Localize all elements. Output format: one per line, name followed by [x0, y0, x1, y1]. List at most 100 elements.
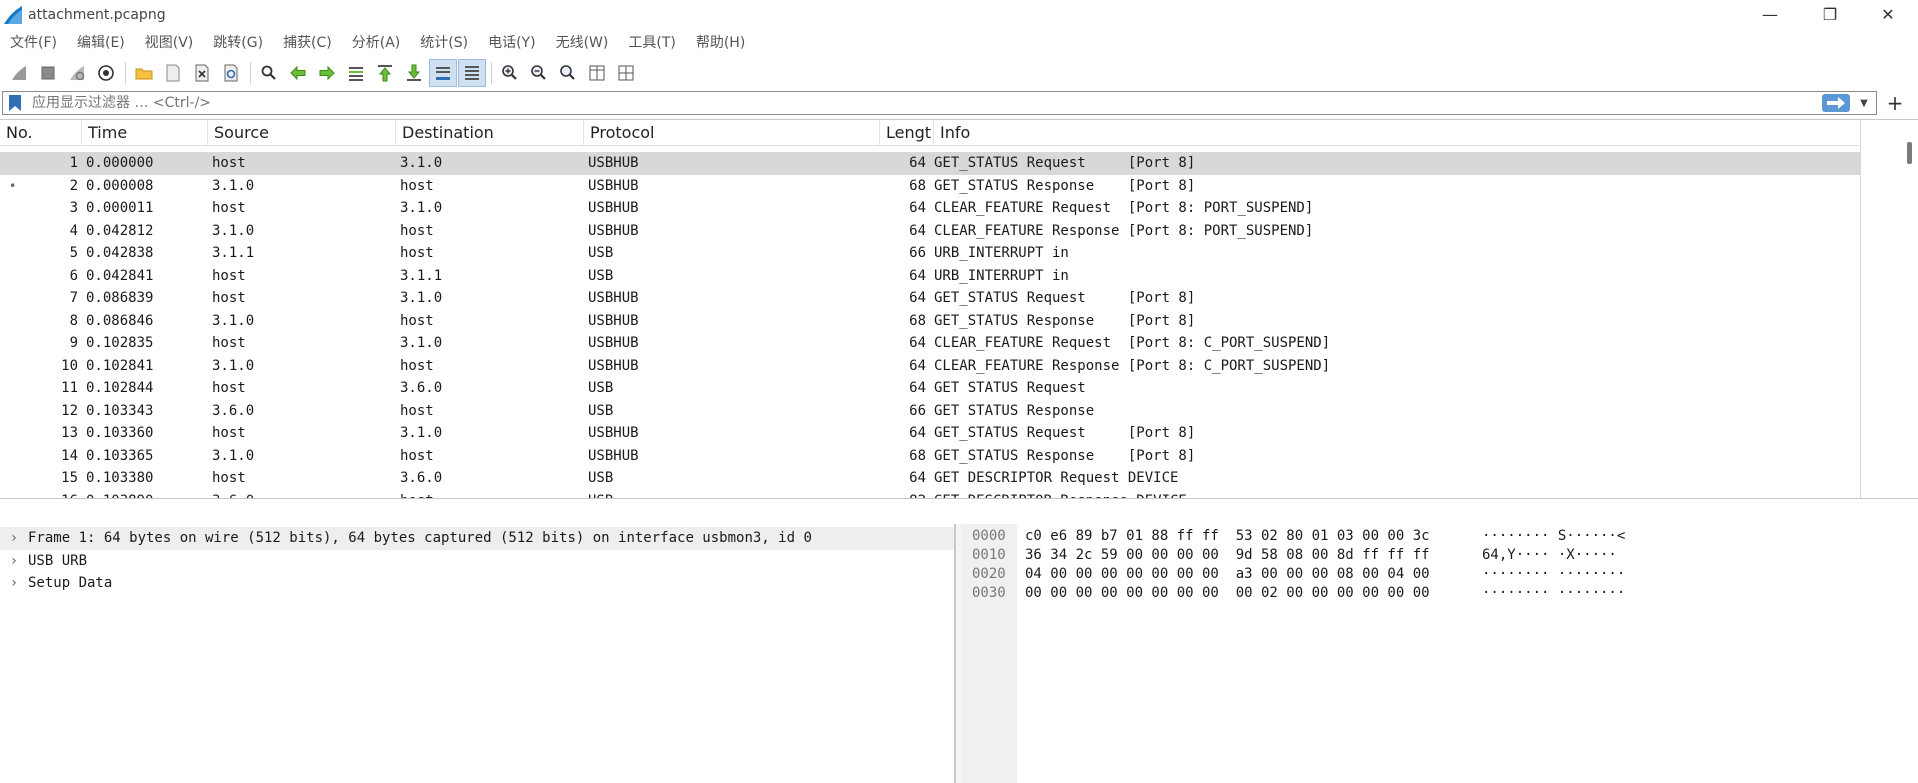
hex-line[interactable]: 36 34 2c 59 00 00 00 00 9d 58 08 00 8d f… [1025, 546, 1430, 565]
packet-row[interactable]: 11 0.102844 host 3.6.0 USB 64 GET STATUS Reque… [0, 377, 1860, 400]
packet-no: 11 [61, 380, 78, 396]
find-magnifier-icon [261, 65, 276, 80]
bytes-ascii-column[interactable]: ········ S······< 64,Y···· ·X····· ·····… [1482, 527, 1625, 603]
packet-row[interactable]: • 2 0.000008 3.1.0 host USBHUB 68 GET_STATUS Re… [0, 175, 1860, 198]
save-file-button[interactable] [159, 59, 187, 87]
packet-row[interactable]: 12 0.103343 3.6.0 host USB 66 GET STATUS Respo… [0, 400, 1860, 423]
menu-edit[interactable]: 编辑(E) [67, 32, 135, 52]
ascii-line[interactable]: ········ S······< [1482, 527, 1625, 546]
capture-options-button[interactable] [92, 59, 120, 87]
hex-line[interactable]: 00 00 00 00 00 00 00 00 00 02 00 00 00 0… [1025, 584, 1430, 603]
auto-scroll-button[interactable] [429, 59, 457, 87]
packet-protocol: USBHUB [588, 200, 639, 216]
menu-telephony[interactable]: 电话(Y) [478, 32, 545, 52]
packet-row[interactable]: 5 0.042838 3.1.1 host USB 66 URB_INTERRUPT in [0, 242, 1860, 265]
zoom-out-icon [531, 65, 546, 80]
go-forward-button[interactable] [313, 59, 341, 87]
reload-file-button[interactable] [217, 59, 245, 87]
restart-capture-button[interactable] [63, 59, 91, 87]
zoom-in-button[interactable] [496, 59, 524, 87]
column-header-info[interactable]: Info [934, 120, 1860, 145]
start-capture-button[interactable] [5, 59, 33, 87]
expand-chevron-icon[interactable]: › [0, 530, 28, 546]
add-filter-button-button[interactable]: + [1880, 91, 1910, 115]
packet-source: 3.1.0 [212, 222, 255, 239]
packet-info: GET_STATUS Request [Port 8] [934, 155, 1196, 171]
packet-row[interactable]: 15 0.103380 host 3.6.0 USB 64 GET DESCRIPTOR R… [0, 467, 1860, 490]
column-header-no[interactable]: No. [0, 120, 82, 145]
ascii-line[interactable]: ········ ········ [1482, 565, 1625, 584]
packet-row[interactable]: 4 0.042812 3.1.0 host USBHUB 64 CLEAR_FEATURE … [0, 220, 1860, 243]
layout-button[interactable] [612, 59, 640, 87]
menu-help[interactable]: 帮助(H) [686, 32, 755, 52]
packet-protocol: USBHUB [588, 177, 639, 194]
expand-chevron-icon[interactable]: › [0, 553, 28, 569]
packet-no: 7 [69, 290, 78, 306]
packet-length: 64 [909, 357, 926, 374]
go-last-packet-button[interactable] [400, 59, 428, 87]
packet-row[interactable]: 1 0.000000 host 3.1.0 USBHUB 64 GET_STATUS Req… [0, 152, 1860, 175]
bytes-hex-column[interactable]: c0 e6 89 b7 01 88 ff ff 53 02 80 01 03 0… [1025, 527, 1430, 603]
stop-capture-button[interactable] [34, 59, 62, 87]
normal-size-button[interactable] [554, 59, 582, 87]
menu-tools[interactable]: 工具(T) [618, 32, 685, 52]
ascii-line[interactable]: ········ ········ [1482, 584, 1625, 603]
apply-filter-button[interactable] [1822, 94, 1850, 112]
menu-analyze[interactable]: 分析(A) [342, 32, 411, 52]
packet-row[interactable]: 6 0.042841 host 3.1.1 USB 64 URB_INTERRUPT in [0, 265, 1860, 288]
menu-capture[interactable]: 捕获(C) [273, 32, 342, 52]
ascii-line[interactable]: 64,Y···· ·X····· [1482, 546, 1625, 565]
minimize-button[interactable]: — [1742, 0, 1798, 29]
column-header-source[interactable]: Source [208, 120, 396, 145]
open-file-button[interactable] [130, 59, 158, 87]
hex-line[interactable]: c0 e6 89 b7 01 88 ff ff 53 02 80 01 03 0… [1025, 527, 1430, 546]
column-header-destination[interactable]: Destination [396, 120, 584, 145]
packet-row[interactable]: 7 0.086839 host 3.1.0 USBHUB 64 GET_STATUS Req… [0, 287, 1860, 310]
packet-row[interactable]: 3 0.000011 host 3.1.0 USBHUB 64 CLEAR_FEATURE … [0, 197, 1860, 220]
close-file-button[interactable] [188, 59, 216, 87]
detail-row-usb-urb[interactable]: › USB URB [0, 550, 954, 573]
column-header-time[interactable]: Time [82, 120, 208, 145]
menu-file[interactable]: 文件(F) [0, 32, 67, 52]
packet-row[interactable]: 160.1038903.6.0hostUSB82GET DESCRIPTOR R… [0, 490, 1860, 499]
menu-go[interactable]: 跳转(G) [203, 32, 273, 52]
bookmark-icon[interactable] [8, 94, 22, 112]
packet-row[interactable]: 13 0.103360 host 3.1.0 USBHUB 64 GET_STATUS Re… [0, 422, 1860, 445]
packet-destination: 3.1.0 [400, 335, 443, 351]
normal-size-icon [560, 65, 575, 80]
packet-row[interactable]: 10 0.102841 3.1.0 host USBHUB 64 CLEAR_FEATURE… [0, 355, 1860, 378]
column-header-length[interactable]: Lengt [880, 120, 934, 145]
go-first-packet-button[interactable] [371, 59, 399, 87]
packet-list-vertical-scrollbar[interactable] [1860, 120, 1898, 498]
menu-view[interactable]: 视图(V) [135, 32, 204, 52]
expand-chevron-icon[interactable]: › [0, 575, 28, 591]
go-to-packet-button[interactable] [342, 59, 370, 87]
pane-splitter[interactable] [955, 524, 962, 783]
packet-row[interactable]: 14 0.103365 3.1.0 host USBHUB 68 GET_STATUS Re… [0, 445, 1860, 468]
go-last-packet-icon [407, 64, 421, 81]
filter-history-dropdown[interactable]: ▼ [1856, 98, 1872, 109]
menu-wireless[interactable]: 无线(W) [546, 32, 619, 52]
display-filter-input[interactable] [22, 93, 1822, 113]
maximize-button[interactable]: ❐ [1802, 0, 1858, 29]
column-header-protocol[interactable]: Protocol [584, 120, 880, 145]
packet-list-scroll-thumb[interactable] [1907, 142, 1912, 164]
go-to-packet-icon [349, 67, 363, 81]
detail-row-setup-data[interactable]: › Setup Data [0, 572, 954, 595]
packet-no: 10 [61, 357, 78, 374]
go-forward-arrow-icon [319, 65, 335, 81]
go-back-button[interactable] [284, 59, 312, 87]
find-packet-button[interactable] [255, 59, 283, 87]
packet-protocol: USB [588, 267, 614, 284]
colorize-button[interactable] [458, 59, 486, 87]
resize-columns-button[interactable] [583, 59, 611, 87]
menu-statistics[interactable]: 统计(S) [410, 32, 478, 52]
packet-row[interactable]: 9 0.102835 host 3.1.0 USBHUB 64 CLEAR_FEATURE … [0, 332, 1860, 355]
close-button[interactable]: ✕ [1860, 0, 1916, 29]
auto-scroll-icon [436, 67, 450, 80]
detail-row-frame[interactable]: › Frame 1: 64 bytes on wire (512 bits), … [0, 527, 954, 550]
hex-line[interactable]: 04 00 00 00 00 00 00 00 a3 00 00 00 08 0… [1025, 565, 1430, 584]
packet-list-header: No. Time Source Destination Protocol Len… [0, 120, 1860, 146]
packet-row[interactable]: 8 0.086846 3.1.0 host USBHUB 68 GET_STATUS Res… [0, 310, 1860, 333]
zoom-out-button[interactable] [525, 59, 553, 87]
